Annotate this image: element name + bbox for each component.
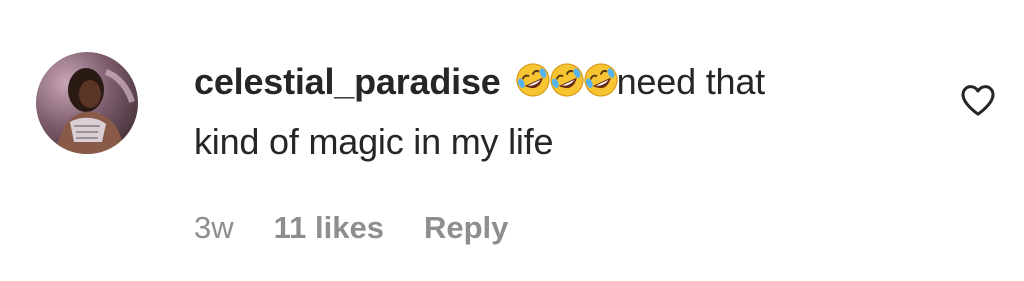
- username-link[interactable]: celestial_paradise: [194, 61, 501, 102]
- emoji-group: [513, 61, 618, 99]
- comment-timestamp[interactable]: 3w: [194, 210, 234, 246]
- avatar-photo: [36, 52, 138, 154]
- comment-likes-count[interactable]: 11 likes: [274, 210, 384, 246]
- comment-meta: 3w 11 likes Reply: [194, 210, 548, 246]
- comment-text-line2: kind of magic in my life: [194, 121, 554, 162]
- avatar[interactable]: [36, 52, 138, 154]
- comment-body: celestial_paradise need that kind of mag…: [194, 52, 934, 172]
- comment-item: celestial_paradise need that kind of mag…: [0, 0, 1024, 281]
- comment-text: celestial_paradise need that kind of mag…: [194, 52, 934, 172]
- reply-button[interactable]: Reply: [424, 210, 508, 246]
- heart-icon[interactable]: [958, 80, 998, 120]
- rolling-on-floor-laughing-emoji-icon: [581, 61, 621, 99]
- comment-text-line1: need that: [616, 61, 766, 102]
